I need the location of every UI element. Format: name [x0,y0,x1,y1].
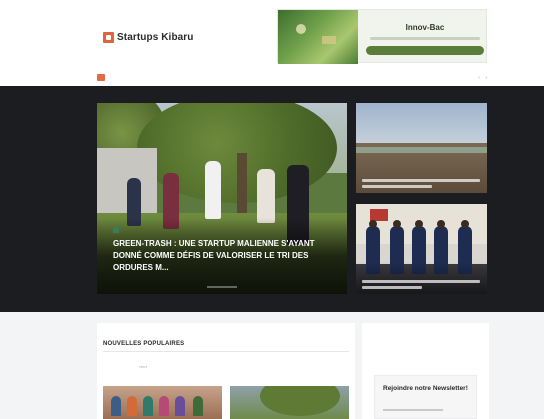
news-card[interactable] [230,386,349,419]
person-figure [159,396,169,416]
side-article-title[interactable] [362,286,422,289]
site-logo[interactable]: Startups Kibaru [103,29,194,45]
ticker-nav-arrows[interactable]: ‹ › [478,75,489,81]
person-figure [111,396,121,416]
news-card[interactable] [103,386,222,419]
divider [103,351,349,352]
side-article-title[interactable] [362,185,432,188]
featured-article-title[interactable]: GREEN-TRASH : UNE STARTUP MALIENNE S'AYA… [113,238,335,274]
person-figure [175,396,185,416]
newsletter-widget: Rejoindre notre Newsletter! [362,323,489,419]
ad-title: Innov-Bac [405,23,445,32]
header-ad-banner[interactable]: Innov-Bac [277,9,487,64]
person-figure [257,169,275,223]
person-figure [127,396,137,416]
newsletter-title: Rejoindre notre Newsletter! [383,385,468,392]
ad-image [278,10,358,64]
content-section: NOUVELLES POPULAIRES TOUT Rejoindre notr… [0,312,544,419]
news-ticker: ‹ › [97,73,489,82]
person-figure [143,396,153,416]
featured-side-article[interactable] [356,204,487,294]
article-image [356,103,487,148]
category-tabs: TOUT [139,365,163,369]
ticker-badge [97,74,105,81]
popular-news-widget: NOUVELLES POPULAIRES TOUT [97,323,355,419]
ad-cta-button[interactable] [366,46,484,55]
newsletter-description [383,409,443,411]
logo-mark-icon [103,31,114,43]
newsletter-box: Rejoindre notre Newsletter! [374,375,477,419]
tab-all[interactable]: TOUT [139,365,147,369]
person-figure [193,396,203,416]
ad-subtitle [370,37,480,40]
site-name: Startups Kibaru [117,31,194,43]
person-figure [205,161,221,219]
side-article-title[interactable] [362,179,480,182]
caption-overlay [356,262,487,294]
article-meta [207,286,237,288]
featured-side-article[interactable] [356,103,487,193]
featured-section: GREEN-TRASH : UNE STARTUP MALIENNE S'AYA… [0,86,544,312]
site-header: Startups Kibaru Innov-Bac ‹ › [0,0,544,86]
popular-title: NOUVELLES POPULAIRES [103,341,185,347]
featured-main-article[interactable]: GREEN-TRASH : UNE STARTUP MALIENNE S'AYA… [97,103,347,294]
side-article-title[interactable] [362,280,480,283]
field-strip [356,147,487,153]
category-badge[interactable] [113,227,119,233]
